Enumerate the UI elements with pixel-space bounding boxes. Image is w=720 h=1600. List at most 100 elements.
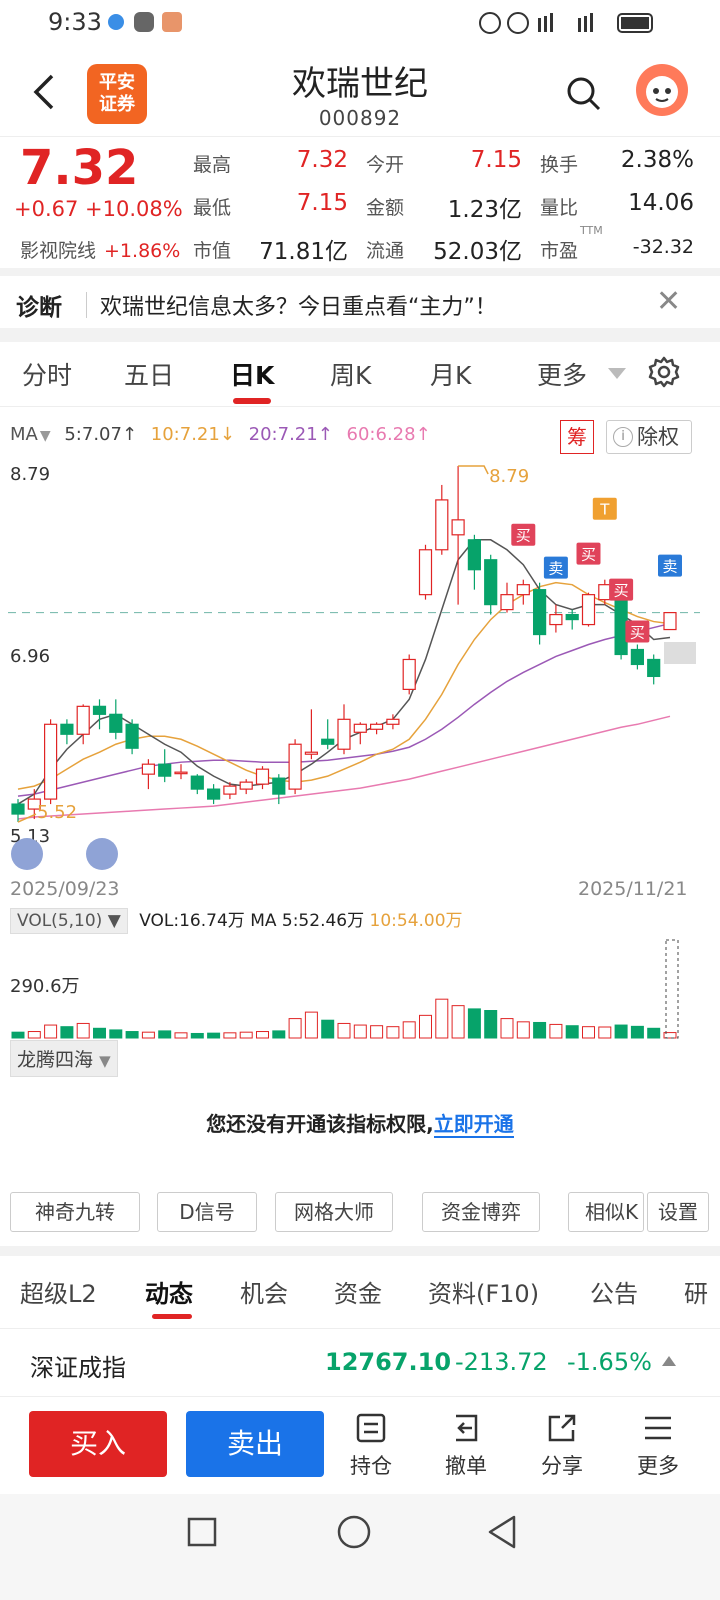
sector-info[interactable]: 影视院线 +1.86%	[20, 236, 180, 263]
candle-body	[386, 718, 400, 725]
volume-ma10: 10:54.00万	[369, 911, 463, 931]
chip-settings[interactable]: 设置	[647, 1192, 709, 1232]
index-name[interactable]: 深证成指	[30, 1348, 126, 1383]
share-button[interactable]: 分享	[527, 1412, 597, 1480]
candle-body	[353, 723, 367, 733]
candle-body	[174, 771, 188, 775]
diagnosis-text[interactable]: 欢瑞世纪信息太多？今日重点看“主力”！	[100, 289, 497, 321]
volume-bar	[174, 1032, 188, 1039]
volume-bar	[288, 1018, 302, 1039]
price-change: +0.67 +10.08%	[14, 197, 183, 221]
pe-label: 市盈	[540, 240, 579, 262]
home-icon[interactable]	[336, 1514, 372, 1550]
volume-bar	[549, 1023, 563, 1039]
index-pct: -1.65%	[567, 1348, 652, 1376]
chip-nine-turns[interactable]: 神奇九转	[10, 1192, 140, 1232]
activate-link[interactable]: 立即开通	[433, 1112, 514, 1138]
start-date: 2025/09/23	[10, 878, 120, 900]
search-icon[interactable]	[566, 76, 602, 112]
candle-body	[565, 613, 579, 621]
undo-icon	[456, 1414, 478, 1442]
kline-chart[interactable]: 8.795.52买卖买T买买卖	[0, 456, 720, 876]
volume-bar	[565, 1025, 579, 1039]
tab-more[interactable]: 更多	[537, 356, 587, 392]
assistant-avatar[interactable]	[636, 64, 688, 116]
low-value: 7.15	[296, 190, 348, 216]
status-bar: 9:33	[0, 0, 720, 44]
volume-bar	[370, 1025, 384, 1039]
tab-funds[interactable]: 资金	[334, 1274, 382, 1309]
candle-body	[239, 781, 253, 790]
volume-chart[interactable]	[0, 936, 720, 1040]
amount-label: 金额	[366, 197, 405, 219]
volume-bar	[11, 1031, 25, 1039]
buy-button[interactable]: 买入	[29, 1411, 167, 1477]
gear-icon[interactable]	[648, 356, 680, 388]
candle-body	[402, 658, 416, 690]
volume-bar	[207, 1032, 221, 1039]
tab-monthly-k[interactable]: 月K	[430, 356, 471, 392]
candle-body	[418, 549, 433, 596]
volume-indicator-select[interactable]: VOL(5,10) ▼	[10, 908, 128, 934]
tab-opportunity[interactable]: 机会	[240, 1274, 288, 1309]
volume-bar	[614, 1024, 628, 1039]
menu-icon	[645, 1416, 671, 1440]
tab-five-day[interactable]: 五日	[124, 356, 174, 392]
volume-bar	[337, 1022, 351, 1039]
chip-distribution-button[interactable]: 筹	[560, 420, 594, 454]
sector-name: 影视院线	[20, 240, 97, 262]
tab-weekly-k[interactable]: 周K	[330, 356, 371, 392]
tab-super-l2[interactable]: 超级L2	[20, 1274, 97, 1309]
close-icon[interactable]: ✕	[656, 284, 681, 319]
recent-apps-icon[interactable]	[186, 1516, 218, 1548]
tab-announcement[interactable]: 公告	[590, 1274, 638, 1309]
volume-bar	[304, 1011, 318, 1039]
candle-body	[288, 743, 302, 790]
ma-label: MA	[10, 424, 38, 445]
chevron-down-icon[interactable]	[608, 368, 626, 380]
indicator-select[interactable]: 龙腾四海 ▼	[10, 1040, 118, 1077]
chip-grid-master[interactable]: 网格大师	[275, 1192, 393, 1232]
expand-up-icon[interactable]	[662, 1356, 676, 1366]
stock-code: 000892	[318, 106, 402, 130]
buy-signal-text: 买	[581, 546, 596, 564]
candle-body	[484, 559, 498, 606]
tab-daily-k[interactable]: 日K	[230, 356, 274, 392]
tab-news[interactable]: 动态	[145, 1274, 193, 1309]
chip-similar-k[interactable]: 相似K	[568, 1192, 644, 1232]
volume-bar	[598, 1026, 612, 1039]
holdings-button[interactable]: 持仓	[336, 1412, 406, 1480]
volume-bar	[353, 1024, 367, 1039]
ex-rights-button[interactable]: i 除权	[606, 420, 692, 454]
more-button[interactable]: 更多	[623, 1412, 693, 1480]
candle-body	[60, 723, 74, 735]
volume-bar	[630, 1025, 644, 1039]
share-icon	[548, 1414, 576, 1442]
volume-bar	[76, 1022, 90, 1039]
volume-bar	[109, 1029, 123, 1039]
back-nav-icon[interactable]	[486, 1514, 518, 1550]
chip-d-signal[interactable]: D信号	[157, 1192, 257, 1232]
volume-ratio-value: 14.06	[628, 190, 694, 216]
holdings-label: 持仓	[350, 1454, 392, 1478]
back-icon[interactable]	[30, 72, 60, 112]
tab-intraday[interactable]: 分时	[22, 356, 72, 392]
tab-f10[interactable]: 资料(F10)	[428, 1274, 539, 1309]
t-signal-text: T	[599, 501, 610, 519]
index-value: 12767.10	[325, 1348, 452, 1376]
volume-bar	[93, 1027, 106, 1039]
ma-legend[interactable]: MA ▼ 5:7.07↑ 10:7.21↓ 20:7.21↑ 60:6.28↑	[10, 424, 439, 445]
candle-body	[76, 705, 90, 735]
share-label: 分享	[541, 1454, 583, 1478]
ttm-tag: TTM	[580, 224, 603, 237]
chip-fund-game[interactable]: 资金博弈	[422, 1192, 540, 1232]
volume-bar	[451, 1005, 465, 1039]
wechat-status-icon	[134, 12, 154, 32]
tab-research[interactable]: 研	[684, 1274, 720, 1309]
cancel-order-button[interactable]: 撤单	[431, 1412, 501, 1480]
ex-rights-label: 除权	[637, 425, 679, 449]
float-cap-label: 流通	[366, 240, 405, 262]
volume-bar	[402, 1021, 416, 1039]
sell-button[interactable]: 卖出	[186, 1411, 324, 1477]
market-cap-value: 71.81亿	[259, 239, 348, 265]
